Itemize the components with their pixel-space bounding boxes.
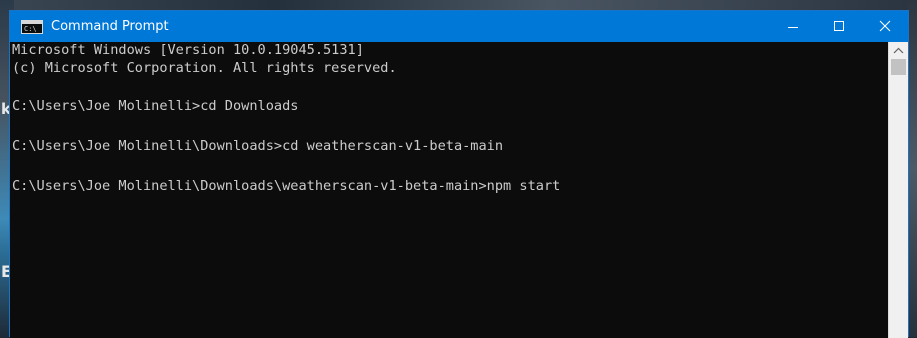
console-line-1: Microsoft Windows [Version 10.0.19045.51… [12,42,364,58]
console-output[interactable]: Microsoft Windows [Version 10.0.19045.51… [10,42,888,338]
window-title: Command Prompt [51,19,169,34]
close-icon [879,20,891,32]
console-line-8: C:\Users\Joe Molinelli\Downloads\weather… [12,178,561,194]
maximize-button[interactable] [816,11,862,42]
console-line-4: C:\Users\Joe Molinelli>cd Downloads [12,98,299,114]
desktop-top-strip [0,0,917,10]
console-line-2: (c) Microsoft Corporation. All rights re… [12,60,397,76]
minimize-icon [788,27,798,28]
command-prompt-window[interactable]: C:\ Command Prompt Microsoft Windows [Ve… [9,10,909,338]
vertical-scrollbar[interactable] [888,42,908,338]
scroll-up-arrow-icon[interactable] [889,42,908,59]
command-prompt-icon[interactable]: C:\ [21,20,43,34]
scrollbar-thumb[interactable] [891,59,906,75]
title-bar[interactable]: C:\ Command Prompt [10,11,908,42]
close-button[interactable] [862,11,908,42]
maximize-icon [834,21,844,31]
minimize-button[interactable] [770,11,816,42]
console-line-6: C:\Users\Joe Molinelli\Downloads>cd weat… [12,138,504,154]
